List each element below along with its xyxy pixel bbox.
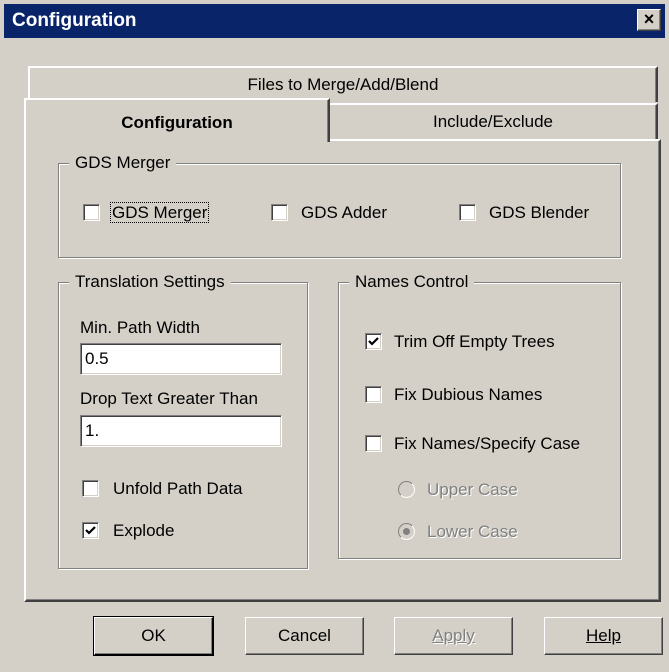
- gds-adder-label[interactable]: GDS Adder: [301, 203, 387, 223]
- explode-label[interactable]: Explode: [113, 521, 174, 541]
- gds-blender-checkbox[interactable]: [459, 204, 476, 221]
- trim-empty-trees-label[interactable]: Trim Off Empty Trees: [394, 332, 555, 352]
- ok-button[interactable]: OK: [93, 616, 214, 656]
- close-button[interactable]: ×: [637, 9, 661, 31]
- lower-case-radio[interactable]: [398, 523, 415, 540]
- gds-merger-label-text: GDS Merger: [109, 202, 210, 223]
- radio-selected-dot: [403, 528, 410, 535]
- fix-names-specify-case-checkbox[interactable]: [365, 435, 382, 452]
- gds-adder-checkbox[interactable]: [271, 204, 288, 221]
- configuration-dialog: Configuration × Files to Merge/Add/Blend…: [0, 0, 669, 672]
- gds-merger-label[interactable]: GDS Merger: [109, 202, 210, 223]
- upper-case-radio[interactable]: [398, 481, 415, 498]
- cancel-button[interactable]: Cancel: [245, 617, 364, 655]
- gds-merger-legend: GDS Merger: [69, 152, 177, 174]
- tab-files-to-merge[interactable]: Files to Merge/Add/Blend: [28, 66, 658, 102]
- fix-dubious-names-label[interactable]: Fix Dubious Names: [394, 385, 542, 405]
- apply-button-label: Apply: [432, 626, 475, 645]
- unfold-path-data-checkbox[interactable]: [82, 480, 99, 497]
- tab-configuration[interactable]: Configuration: [24, 98, 330, 142]
- translation-settings-group: Translation Settings Min. Path Width Dro…: [58, 271, 308, 569]
- min-path-width-label: Min. Path Width: [80, 318, 200, 337]
- apply-button[interactable]: Apply: [394, 617, 513, 655]
- min-path-width-input[interactable]: [80, 343, 282, 375]
- title-bar: Configuration ×: [4, 4, 665, 38]
- fix-dubious-names-checkbox[interactable]: [365, 386, 382, 403]
- drop-text-input[interactable]: [80, 415, 282, 447]
- fix-names-specify-case-label[interactable]: Fix Names/Specify Case: [394, 434, 580, 454]
- help-button[interactable]: Help: [544, 617, 663, 655]
- gds-merger-checkbox[interactable]: [83, 204, 100, 221]
- window-title: Configuration: [12, 10, 137, 31]
- names-control-group: Names Control Trim Off Empty Trees Fix D…: [338, 271, 621, 559]
- explode-checkbox[interactable]: [82, 522, 99, 539]
- upper-case-label[interactable]: Upper Case: [427, 480, 518, 500]
- checkmark-icon: [368, 337, 379, 346]
- tab-include-exclude[interactable]: Include/Exclude: [328, 103, 658, 139]
- help-button-label: Help: [586, 626, 621, 645]
- checkmark-icon: [85, 526, 96, 535]
- lower-case-label[interactable]: Lower Case: [427, 522, 518, 542]
- names-control-legend: Names Control: [349, 271, 475, 293]
- gds-merger-group: GDS Merger GDS Merger GDS Adder GDS Blen…: [58, 152, 621, 258]
- drop-text-label: Drop Text Greater Than: [80, 389, 258, 408]
- unfold-path-data-label[interactable]: Unfold Path Data: [113, 479, 242, 499]
- close-icon: ×: [643, 9, 655, 29]
- trim-empty-trees-checkbox[interactable]: [365, 333, 382, 350]
- translation-settings-legend: Translation Settings: [69, 271, 231, 293]
- gds-blender-label[interactable]: GDS Blender: [489, 203, 589, 223]
